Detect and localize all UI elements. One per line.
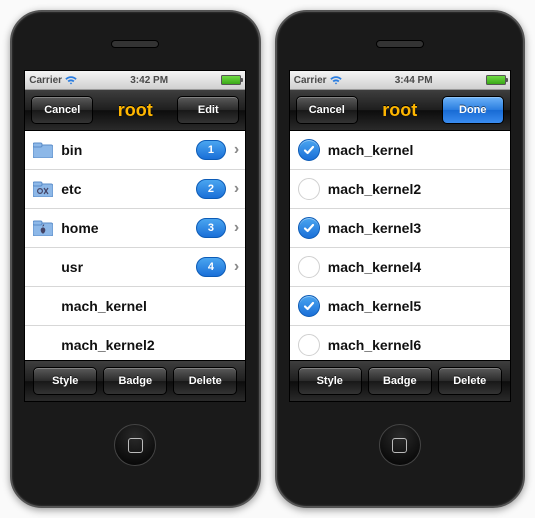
item-label: etc [61, 181, 188, 197]
folder-icon [33, 220, 53, 236]
navigation-bar: Cancel root Done [290, 90, 510, 131]
folder-icon [33, 181, 53, 197]
item-label: mach_kernel3 [328, 220, 504, 236]
home-button[interactable] [114, 424, 156, 466]
status-bar: Carrier 3:44 PM [290, 71, 510, 90]
badge-button[interactable]: Badge [103, 367, 167, 395]
device-left: Carrier 3:42 PM Cancel root Edit bin1›et… [10, 10, 261, 508]
edit-button[interactable]: Edit [177, 96, 239, 124]
clock: 3:44 PM [395, 75, 433, 86]
count-badge: 1 [196, 140, 226, 160]
item-label: mach_kernel4 [328, 259, 504, 275]
navigation-bar: Cancel root Edit [25, 90, 245, 131]
file-list[interactable]: bin 1 › etc 2 › home 3 › usr 4 › mach_kernel mach_ker… [25, 131, 245, 360]
delete-button[interactable]: Delete [438, 367, 502, 395]
count-badge: 2 [196, 179, 226, 199]
checkmark-checked-icon[interactable] [298, 217, 320, 239]
list-item[interactable]: mach_kernel3 [290, 209, 510, 248]
chevron-right-icon: › [234, 180, 239, 198]
nav-title: root [118, 100, 153, 121]
checkmark-checked-icon[interactable] [298, 295, 320, 317]
item-label: mach_kernel2 [61, 337, 239, 353]
done-button[interactable]: Done [442, 96, 504, 124]
device-right: Carrier 3:44 PM Cancel root Done mach_ke… [275, 10, 526, 508]
screen: Carrier 3:42 PM Cancel root Edit bin1›et… [24, 70, 246, 402]
folder-icon [33, 142, 53, 158]
item-label: mach_kernel6 [328, 337, 504, 353]
clock: 3:42 PM [130, 75, 168, 86]
checkmark-unchecked-icon[interactable] [298, 178, 320, 200]
file-list[interactable]: mach_kernel mach_kernel2 mach_kernel3 mach_… [290, 131, 510, 360]
list-item[interactable]: mach_kernel2 [290, 170, 510, 209]
carrier-label: Carrier [29, 75, 62, 86]
chevron-right-icon: › [234, 258, 239, 276]
earpiece [111, 40, 159, 48]
style-button[interactable]: Style [298, 367, 362, 395]
item-label: bin [61, 142, 188, 158]
list-item[interactable]: mach_kernel4 [290, 248, 510, 287]
cancel-button[interactable]: Cancel [31, 96, 93, 124]
wifi-icon [65, 76, 77, 85]
badge-button[interactable]: Badge [368, 367, 432, 395]
item-label: mach_kernel [328, 142, 504, 158]
checkmark-unchecked-icon[interactable] [298, 334, 320, 356]
chevron-right-icon: › [234, 219, 239, 237]
screen: Carrier 3:44 PM Cancel root Done mach_ke… [289, 70, 511, 402]
list-item[interactable]: bin 1 › [25, 131, 245, 170]
carrier-label: Carrier [294, 75, 327, 86]
status-bar: Carrier 3:42 PM [25, 71, 245, 90]
list-item[interactable]: mach_kernel6 [290, 326, 510, 360]
item-label: mach_kernel2 [328, 181, 504, 197]
toolbar: Style Badge Delete [290, 360, 510, 401]
wifi-icon [330, 76, 342, 85]
delete-button[interactable]: Delete [173, 367, 237, 395]
style-button[interactable]: Style [33, 367, 97, 395]
list-item[interactable]: usr 4 › [25, 248, 245, 287]
count-badge: 3 [196, 218, 226, 238]
nav-title: root [382, 100, 417, 121]
home-button[interactable] [379, 424, 421, 466]
item-label: mach_kernel [61, 298, 239, 314]
list-item[interactable]: mach_kernel5 [290, 287, 510, 326]
count-badge: 4 [196, 257, 226, 277]
list-item[interactable]: mach_kernel [290, 131, 510, 170]
battery-icon [221, 75, 241, 85]
earpiece [376, 40, 424, 48]
item-label: mach_kernel5 [328, 298, 504, 314]
cancel-button[interactable]: Cancel [296, 96, 358, 124]
list-item[interactable]: etc 2 › [25, 170, 245, 209]
list-item[interactable]: home 3 › [25, 209, 245, 248]
battery-icon [486, 75, 506, 85]
list-item[interactable]: mach_kernel2 [25, 326, 245, 360]
toolbar: Style Badge Delete [25, 360, 245, 401]
checkmark-unchecked-icon[interactable] [298, 256, 320, 278]
chevron-right-icon: › [234, 141, 239, 159]
item-label: usr [61, 259, 188, 275]
item-label: home [61, 220, 188, 236]
list-item[interactable]: mach_kernel [25, 287, 245, 326]
checkmark-checked-icon[interactable] [298, 139, 320, 161]
